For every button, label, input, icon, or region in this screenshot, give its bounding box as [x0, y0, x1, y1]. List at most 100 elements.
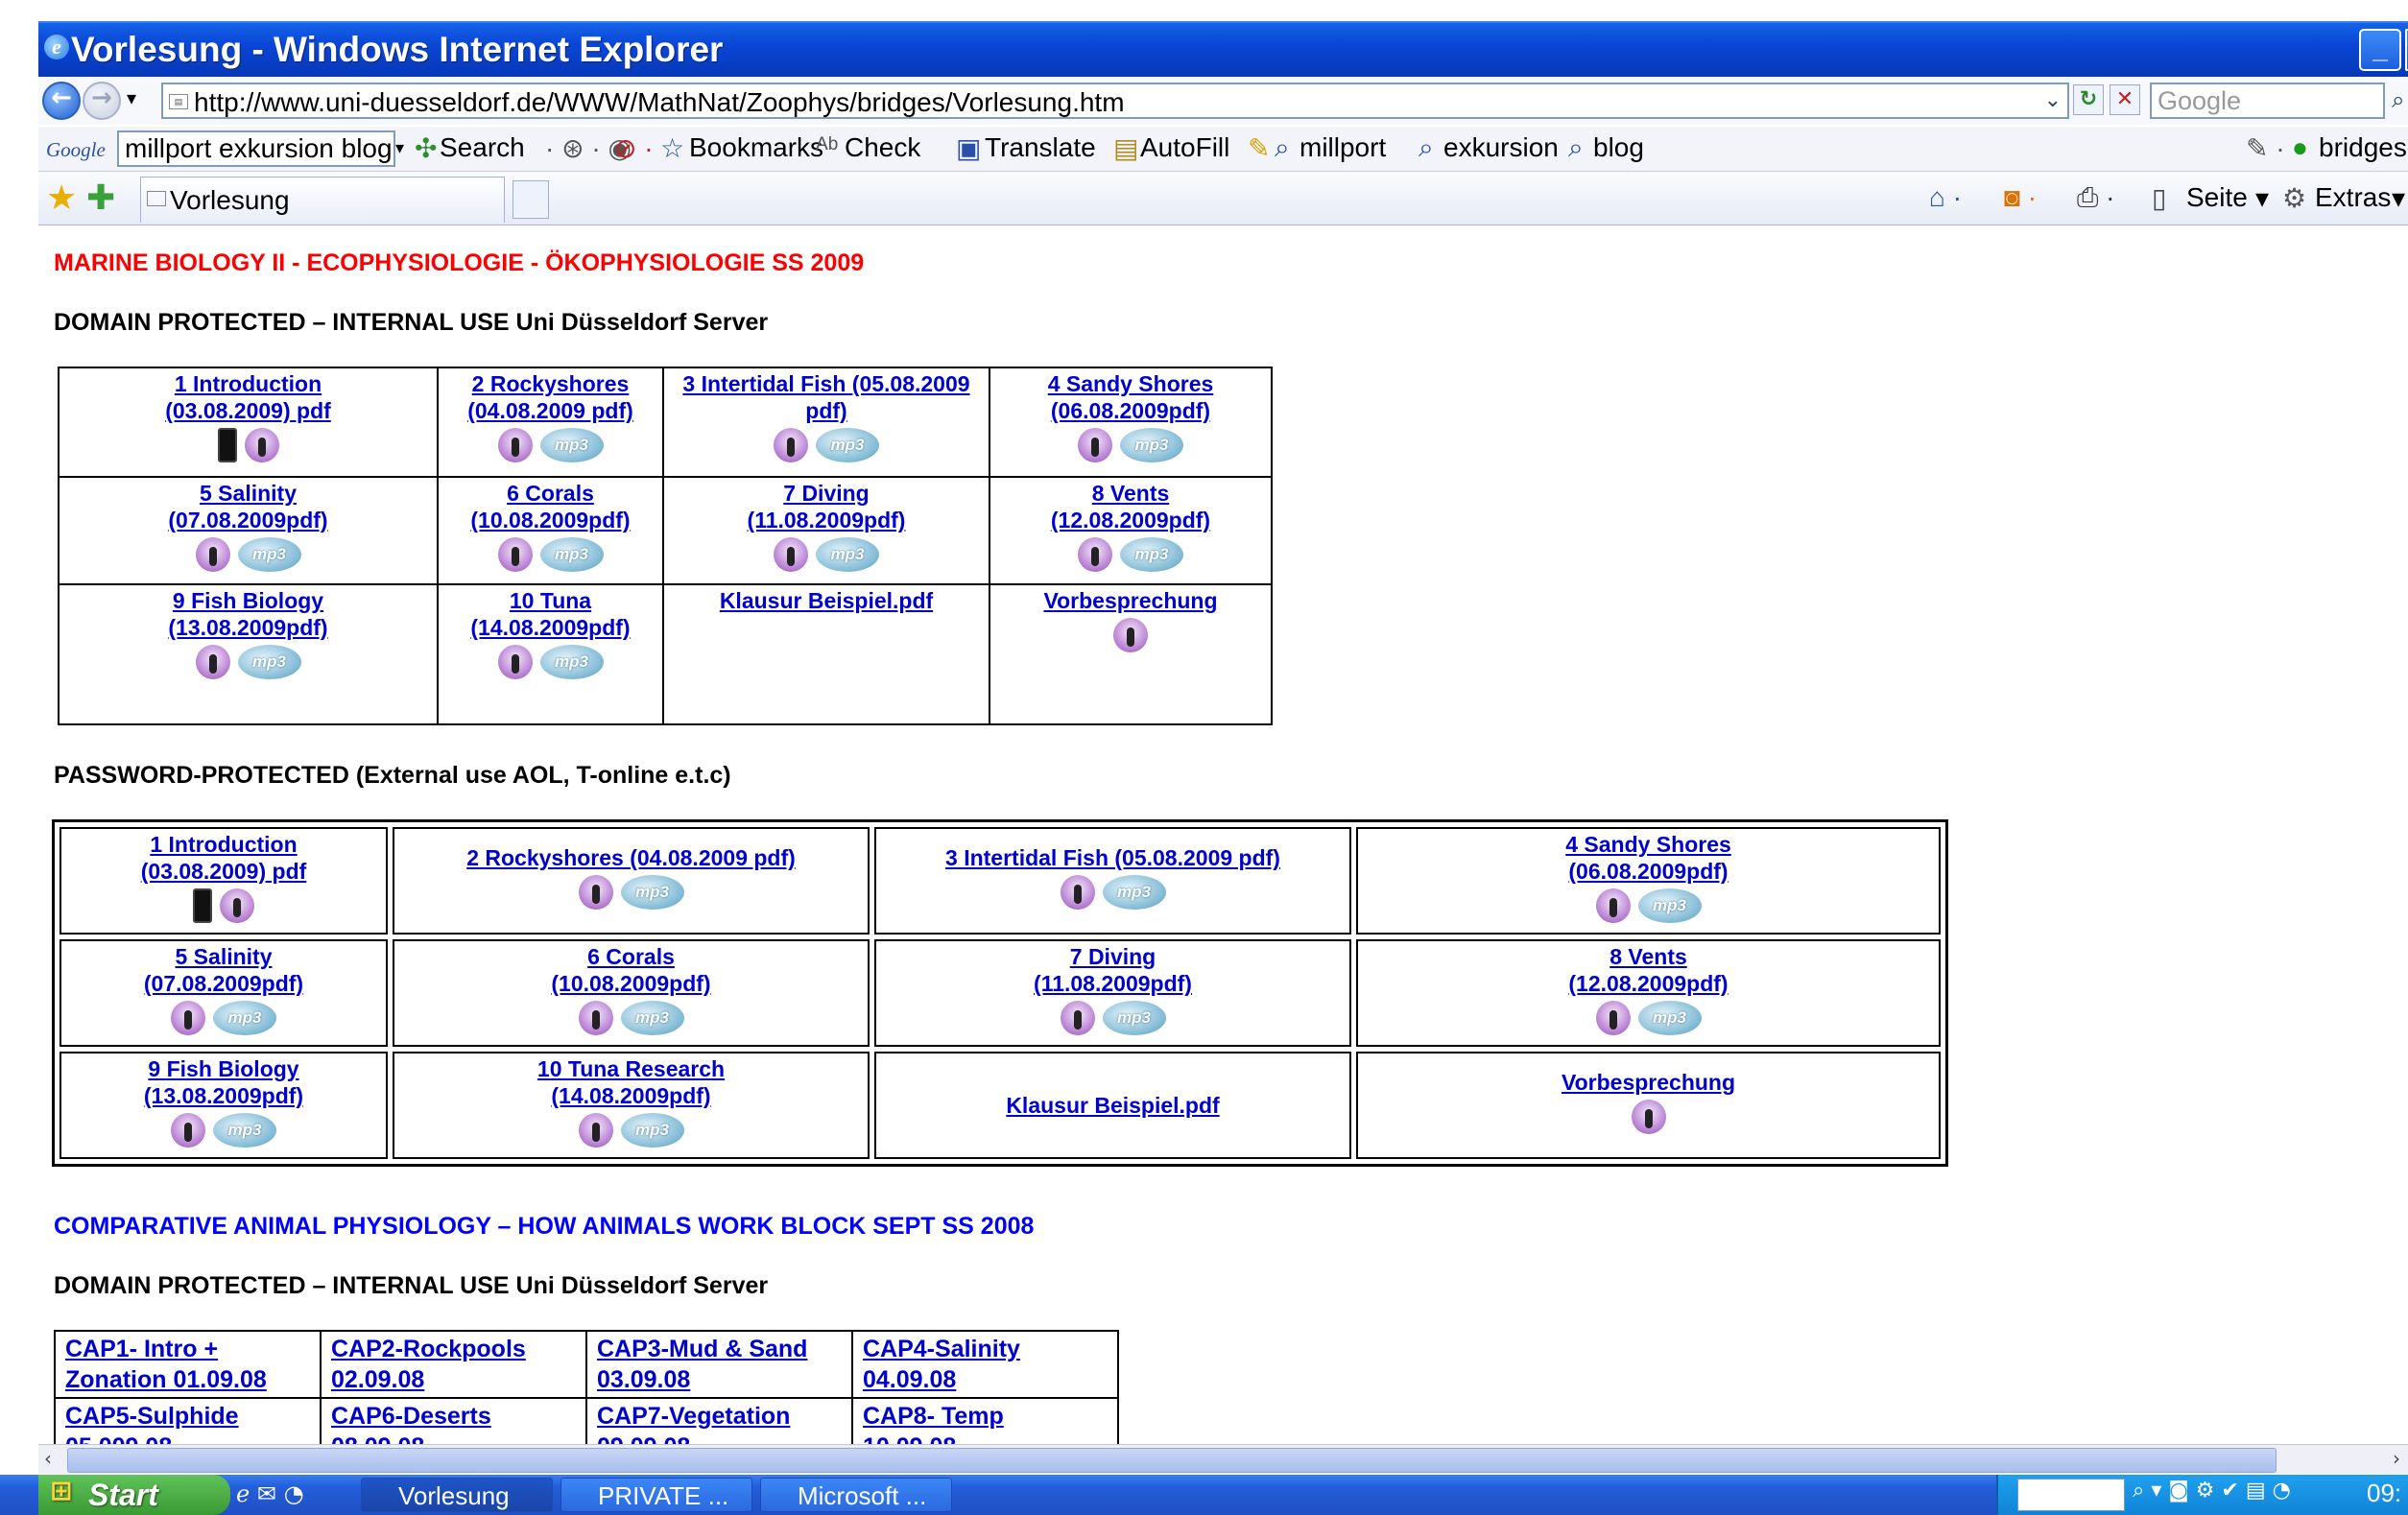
lecture-link-tuna-research[interactable]: 10 Tuna Research — [398, 1055, 864, 1082]
lecture-link-diving[interactable]: 7 Diving — [668, 480, 985, 507]
mp3-icon[interactable]: mp3 — [1637, 888, 1702, 923]
scrollbar-thumb[interactable] — [67, 1448, 2277, 1473]
podcast-icon[interactable] — [578, 1001, 613, 1035]
podcast-icon[interactable] — [244, 428, 279, 462]
lecture-link-salinity-date[interactable]: (07.08.2009pdf) — [65, 970, 382, 997]
google-search-dropdown-icon[interactable]: ▾ — [395, 138, 404, 158]
lecture-link-tuna-research-date[interactable]: (14.08.2009pdf) — [398, 1082, 864, 1109]
search-input[interactable]: Google — [2150, 83, 2385, 119]
mp3-icon[interactable]: mp3 — [816, 428, 879, 462]
clock[interactable]: 09: — [2367, 1479, 2401, 1508]
lecture-link-fish-biology-date[interactable]: (13.08.2009pdf) — [63, 614, 433, 641]
lecture-link-intertidal-fish-pdf[interactable]: pdf) — [668, 397, 985, 424]
new-tab-button[interactable] — [513, 180, 549, 219]
cap-link-date[interactable]: 08.09.08 — [331, 1432, 576, 1444]
search-term-millport[interactable]: millport — [1299, 132, 1386, 163]
home-icon[interactable]: ⌂ · — [1929, 182, 1962, 213]
lecture-link-intertidal-fish[interactable]: 3 Intertidal Fish (05.08.2009 — [668, 370, 985, 397]
horizontal-scrollbar[interactable]: ‹ › — [38, 1444, 2408, 1474]
podcast-icon[interactable] — [774, 537, 808, 572]
vorbesprechung-link[interactable]: Vorbesprechung — [1362, 1069, 1935, 1096]
tray-icons[interactable]: ⌕ ▾ ◙ ⚙ ✔ ▤ ◔ — [2133, 1479, 2291, 1503]
forward-button[interactable]: → — [83, 82, 121, 120]
podcast-icon[interactable] — [171, 1001, 205, 1035]
lecture-link-salinity[interactable]: 5 Salinity — [63, 480, 433, 507]
url-field[interactable]: ▤ http://www.uni-duesseldorf.de/WWW/Math… — [161, 83, 2069, 119]
lecture-link-introduction-date[interactable]: (03.08.2009) pdf — [65, 858, 382, 885]
google-search-button[interactable]: Search — [440, 132, 525, 163]
cap-link-date[interactable]: 02.09.08 — [331, 1364, 576, 1395]
cap-link[interactable]: CAP7-Vegetation — [597, 1401, 842, 1432]
mp3-icon[interactable]: mp3 — [620, 1001, 684, 1035]
autofill-button[interactable]: AutoFill — [1140, 132, 1229, 163]
feeds-icon[interactable]: ◙ · — [2004, 182, 2037, 213]
task-vorlesung[interactable]: Vorlesung — [361, 1478, 553, 1512]
history-dropdown-icon[interactable]: ▾ — [127, 86, 136, 109]
search-go-icon[interactable]: ⌕ — [2392, 86, 2404, 113]
favorites-star-icon[interactable]: ★ — [46, 178, 77, 218]
cap-link[interactable]: CAP2-Rockpools — [331, 1334, 576, 1364]
phone-video-icon[interactable] — [217, 428, 237, 462]
highlighter-icon[interactable]: ✎ — [1248, 132, 1270, 164]
cap-link-date[interactable]: 04.09.08 — [863, 1364, 1108, 1395]
scroll-left-icon[interactable]: ‹ — [44, 1447, 52, 1470]
lecture-link-salinity[interactable]: 5 Salinity — [65, 943, 382, 970]
extras-menu-button[interactable]: Extras — [2315, 182, 2391, 213]
window-titlebar[interactable]: e Vorlesung - Windows Internet Explorer … — [38, 21, 2408, 77]
podcast-icon[interactable] — [1113, 618, 1148, 652]
mp3-icon[interactable]: mp3 — [1120, 428, 1183, 462]
mp3-icon[interactable]: mp3 — [539, 537, 604, 572]
lecture-link-rockyshores[interactable]: 2 Rockyshores (04.08.2009 pdf) — [398, 844, 864, 871]
cap-link-date[interactable]: 05.009.08 — [65, 1432, 310, 1444]
podcast-icon[interactable] — [497, 537, 533, 572]
scroll-right-icon[interactable]: › — [2393, 1447, 2400, 1470]
lecture-link-vents-date[interactable]: (12.08.2009pdf) — [994, 507, 1267, 533]
check-button[interactable]: Check — [845, 132, 920, 163]
lecture-link-rockyshores[interactable]: 2 Rockyshores — [442, 370, 658, 397]
lecture-link-corals-date[interactable]: (10.08.2009pdf) — [398, 970, 864, 997]
mp3-icon[interactable]: mp3 — [213, 1001, 276, 1035]
cap-link[interactable]: CAP3-Mud & Sand — [597, 1334, 842, 1364]
lecture-link-corals[interactable]: 6 Corals — [442, 480, 658, 507]
lecture-link-corals[interactable]: 6 Corals — [398, 943, 864, 970]
start-button[interactable]: ⊞ Start — [38, 1475, 230, 1515]
desktop-search-box[interactable] — [2017, 1479, 2125, 1511]
podcast-icon[interactable] — [195, 537, 230, 572]
podcast-icon[interactable] — [171, 1113, 205, 1148]
tab-vorlesung[interactable]: Vorlesung — [140, 177, 505, 223]
cap-link-date[interactable]: 09.09.08 — [597, 1432, 842, 1444]
podcast-icon[interactable] — [1595, 888, 1631, 923]
lecture-link-tuna-date[interactable]: (14.08.2009pdf) — [442, 614, 658, 641]
lecture-link-tuna[interactable]: 10 Tuna — [442, 587, 658, 614]
cap-link-date[interactable]: 03.09.08 — [597, 1364, 842, 1395]
url-dropdown-icon[interactable]: ⌄ — [2044, 88, 2062, 112]
lecture-link-diving-date[interactable]: (11.08.2009pdf) — [880, 970, 1346, 997]
lecture-link-sandy-shores[interactable]: 4 Sandy Shores — [994, 370, 1267, 397]
cap-link[interactable]: CAP8- Temp — [863, 1401, 1108, 1432]
mp3-icon[interactable]: mp3 — [1637, 1001, 1702, 1035]
lecture-link-rockyshores-date[interactable]: (04.08.2009 pdf) — [442, 397, 658, 424]
podcast-icon[interactable] — [497, 645, 533, 679]
mp3-icon[interactable]: mp3 — [1120, 537, 1183, 572]
popup-blocker-icon[interactable]: ⊘ · — [614, 132, 654, 164]
podcast-icon[interactable] — [1078, 537, 1112, 572]
cap-link[interactable]: CAP6-Deserts — [331, 1401, 576, 1432]
podcast-icon[interactable] — [578, 875, 613, 910]
podcast-icon[interactable] — [1078, 428, 1112, 462]
settings-wrench-icon[interactable]: ✎ · — [2246, 132, 2285, 164]
mp3-icon[interactable]: mp3 — [539, 428, 604, 462]
refresh-icon[interactable]: ↻ — [2073, 84, 2104, 115]
podcast-icon[interactable] — [1595, 1001, 1631, 1035]
mp3-icon[interactable]: mp3 — [1102, 875, 1166, 910]
lecture-link-introduction[interactable]: 1 Introduction — [65, 831, 382, 858]
bridges-button[interactable]: bridges — [2319, 132, 2407, 163]
mp3-icon[interactable]: mp3 — [816, 537, 879, 572]
mp3-icon[interactable]: mp3 — [1102, 1001, 1166, 1035]
minimize-button[interactable]: _ — [2359, 29, 2401, 71]
klausur-beispiel-link[interactable]: Klausur Beispiel.pdf — [668, 587, 985, 614]
lecture-link-vents-date[interactable]: (12.08.2009pdf) — [1362, 970, 1935, 997]
search-term-blog[interactable]: blog — [1593, 132, 1644, 163]
podcast-icon[interactable] — [1060, 875, 1095, 910]
podcast-icon[interactable] — [220, 888, 254, 923]
lecture-link-corals-date[interactable]: (10.08.2009pdf) — [442, 507, 658, 533]
